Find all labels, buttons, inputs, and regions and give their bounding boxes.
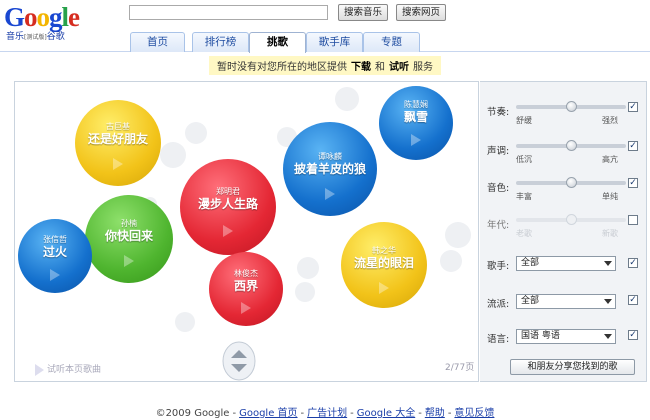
region-notice: 暂时没有对您所在的地区提供 下载和试听 服务 [0, 56, 650, 75]
song-bubble[interactable]: 张信哲 过火 [18, 219, 92, 293]
slider-min-label: 舒缓 [516, 116, 532, 125]
song-bubble[interactable]: 孙楠 你快回来 [85, 195, 173, 283]
slider-max-label: 新歌 [602, 229, 618, 238]
filter-label-language: 语言: [487, 334, 510, 345]
google-music-logo[interactable]: Google 音乐[测试版]谷歌 [4, 2, 114, 43]
filter-label-pitch: 声调: [487, 146, 510, 157]
genre-select[interactable]: 全部 [516, 294, 616, 309]
tab-artists[interactable]: 歌手库 [306, 32, 363, 52]
chevron-down-icon [604, 334, 612, 339]
scroll-arrows-icon[interactable] [222, 341, 256, 381]
logo-subtitle: 音乐[测试版]谷歌 [6, 32, 65, 42]
logo-wordmark: Google [4, 2, 80, 32]
search-music-button[interactable]: 搜索音乐 [338, 4, 388, 21]
footer-link-feedback[interactable]: 意见反馈 [454, 408, 494, 419]
timbre-checkbox[interactable]: ✓ [628, 178, 638, 188]
slider-pitch[interactable] [516, 140, 626, 151]
footer-link-help[interactable]: 帮助 [425, 408, 445, 419]
artist-checkbox[interactable]: ✓ [628, 258, 638, 268]
chevron-down-icon [604, 299, 612, 304]
listen-page-link[interactable]: 试听本页歌曲 [35, 362, 101, 376]
song-bubble[interactable]: 陈慧娴 飘雪 [379, 86, 453, 160]
page-indicator: 2/77页 [445, 363, 475, 373]
pitch-checkbox[interactable]: ✓ [628, 141, 638, 151]
filter-label-artist: 歌手: [487, 261, 510, 272]
slider-min-label: 老歌 [516, 229, 532, 238]
slider-knob[interactable] [566, 177, 577, 188]
tab-pick-songs[interactable]: 挑歌 [249, 32, 306, 53]
slider-min-label: 丰富 [516, 192, 532, 201]
song-bubble[interactable]: 林俊杰 西界 [209, 252, 283, 326]
slider-min-label: 低沉 [516, 155, 532, 164]
slider-timbre[interactable] [516, 177, 626, 188]
footer: ©2009 Google - Google 首页 - 广告计划 - Google 大全 - 帮助… [155, 408, 495, 419]
footer-link-home[interactable]: Google 首页 [239, 408, 297, 419]
play-icon [35, 363, 44, 376]
search-web-button[interactable]: 搜索网页 [396, 4, 446, 21]
slider-knob[interactable] [566, 140, 577, 151]
slider-era [516, 214, 626, 225]
song-bubble[interactable]: 谭咏麟 披着羊皮的狼 [283, 122, 377, 216]
footer-link-all[interactable]: Google 大全 [357, 408, 415, 419]
tab-charts[interactable]: 排行榜 [192, 32, 249, 52]
song-bubble[interactable]: 郑明君 漫步人生路 [180, 159, 276, 255]
song-bubble[interactable]: 古巨基 还是好朋友 [75, 100, 161, 186]
language-checkbox[interactable]: ✓ [628, 330, 638, 340]
genre-checkbox[interactable]: ✓ [628, 295, 638, 305]
artist-select[interactable]: 全部 [516, 256, 616, 271]
copyright: ©2009 Google [155, 408, 230, 419]
search-input[interactable] [129, 5, 328, 20]
filter-panel: 节奏: 舒缓 强烈 ✓ 声调: 低沉 高亢 ✓ 音色: 丰富 单纯 ✓ 年代: … [480, 81, 647, 382]
slider-max-label: 强烈 [602, 116, 618, 125]
song-bubble[interactable]: 韩之华 流星的眼泪 [341, 222, 427, 308]
tab-topics[interactable]: 专题 [363, 32, 420, 52]
filter-label-genre: 流派: [487, 299, 510, 310]
era-checkbox[interactable] [628, 215, 638, 225]
chevron-down-icon [604, 261, 612, 266]
song-bubble-panel: 陈慧娴 飘雪 古巨基 还是好朋友 谭咏麟 披着羊皮的狼 郑明君 漫步人生路 孙楠 你快回来… [14, 81, 479, 382]
slider-max-label: 单纯 [602, 192, 618, 201]
filter-label-timbre: 音色: [487, 183, 510, 194]
slider-rhythm[interactable] [516, 101, 626, 112]
rhythm-checkbox[interactable]: ✓ [628, 102, 638, 112]
share-with-friends-button[interactable]: 和朋友分享您找到的歌 [510, 359, 635, 375]
filter-label-rhythm: 节奏: [487, 107, 510, 118]
slider-knob [566, 214, 577, 225]
slider-knob[interactable] [566, 101, 577, 112]
language-select[interactable]: 国语 粤语 [516, 329, 616, 344]
tab-home[interactable]: 首页 [130, 32, 185, 52]
slider-max-label: 高亢 [602, 155, 618, 164]
filter-label-era: 年代: [487, 220, 510, 231]
footer-link-ads[interactable]: 广告计划 [307, 408, 347, 419]
